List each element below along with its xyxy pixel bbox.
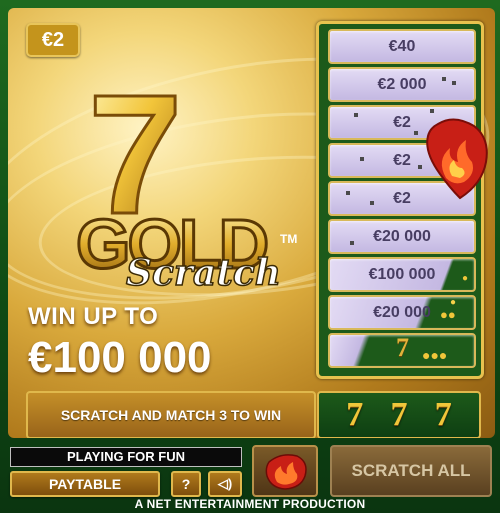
play-mode-status: PLAYING FOR FUN [10,447,242,467]
paytable-button[interactable]: PAYTABLE [10,471,160,497]
trademark: TM [280,232,297,246]
seven-symbol-icon: 7 [396,333,409,362]
scratch-cell[interactable]: €100 000 ● [328,257,476,292]
flame-icon [265,454,307,490]
scratch-mark [414,131,418,135]
developer-credit: A NET ENTERTAINMENT PRODUCTION [134,497,366,511]
help-button[interactable]: ? [171,471,201,497]
scratch-mark [350,241,354,245]
ticket-price-badge: €2 [26,23,80,57]
prize-label: €20 000 [373,303,431,321]
scratch-cell[interactable]: €2 000 [328,67,476,102]
scratch-ticket[interactable]: €40 €2 000 €2 €2 €2 €20 000 €100 000 ● €2… [316,21,484,379]
prize-label: €2 [393,113,411,131]
prize-label: €40 [388,37,416,55]
logo-scratch-word: Scratch [126,252,281,294]
prize-label: €2 [393,189,411,207]
gold-scratch-logo: 7 GOLD Scratch TM [75,63,298,295]
prize-label: €2 [393,151,411,169]
scratch-cell[interactable]: €40 [328,29,476,64]
scratch-cell-revealed[interactable]: 7 ●●● [328,333,476,368]
prize-label: €2 000 [377,75,427,93]
prize-label: €20 000 [373,227,431,245]
scratch-cell[interactable]: €20 000 [328,219,476,254]
match-symbol-seven: 7 [390,396,408,433]
scratch-mark [370,201,374,205]
prize-label: €100 000 [368,265,436,283]
match-symbol-seven: 7 [346,396,364,433]
top-prize-tagline: WIN UP TO €100 000 [28,303,212,383]
instruction-bar: SCRATCH AND MATCH 3 TO WIN [26,391,316,438]
gold-coin-icon: ● [462,273,469,284]
instruction-text: SCRATCH AND MATCH 3 TO WIN [60,406,282,423]
scratch-mark [430,109,434,113]
scratch-mark [360,157,364,161]
gold-coin-icon: ● [450,297,457,308]
match-symbol-seven: 7 [434,396,452,433]
gold-coin-icon: ●● [440,307,456,322]
scratch-all-button[interactable]: SCRATCH ALL [330,445,492,497]
scratch-mark [346,191,350,195]
scratch-tool-button[interactable] [252,445,318,497]
scratch-mark [452,81,456,85]
sound-toggle-button[interactable]: ◁) [208,471,242,497]
top-prize-amount: €100 000 [28,333,212,382]
game-board: €2 7 GOLD Scratch TM WIN UP TO €100 000 … [8,8,495,438]
win-up-to-label: WIN UP TO [28,303,159,330]
gold-coin-icon: ●●● [422,347,448,363]
match-symbols-box: 7 7 7 [317,391,481,438]
scratch-cell[interactable]: €20 000 ●● ● [328,295,476,330]
scratch-mark [442,77,446,81]
game-root: €2 7 GOLD Scratch TM WIN UP TO €100 000 … [0,0,500,513]
scratch-mark [354,113,358,117]
scratch-pick-flame-icon[interactable] [420,118,490,200]
